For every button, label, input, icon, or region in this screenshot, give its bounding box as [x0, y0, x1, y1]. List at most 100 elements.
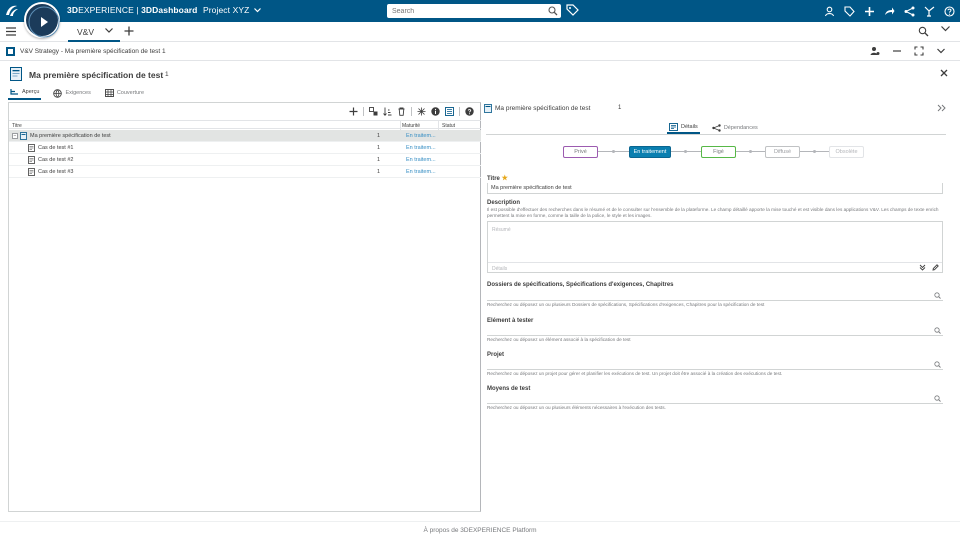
- moyens-label: Moyens de test: [487, 386, 531, 392]
- insert-child-icon[interactable]: [369, 106, 378, 116]
- projet-field[interactable]: [487, 359, 943, 370]
- about-link[interactable]: À propos de 3DEXPERIENCE Platform: [423, 527, 536, 534]
- dossiers-help: Recherchez ou déposez un ou plusieurs Do…: [487, 302, 765, 307]
- collapse-toggle-icon[interactable]: −: [12, 133, 18, 139]
- tag-icon[interactable]: [566, 4, 579, 17]
- state-private[interactable]: Privé: [563, 146, 598, 158]
- toolbar-separator: [363, 106, 364, 116]
- tree-row[interactable]: − Ma première spécification de test 1 En…: [9, 130, 481, 142]
- state-in-work[interactable]: En traitement: [629, 146, 671, 158]
- transition-dot: [612, 150, 615, 153]
- expand-editor-icon[interactable]: [919, 264, 926, 271]
- star-icon: ★: [501, 175, 508, 182]
- tree-row[interactable]: Cas de test #2 1 En traitem...: [9, 154, 481, 166]
- details-placeholder[interactable]: Détails: [492, 266, 507, 272]
- properties-title: Ma première spécification de test: [495, 105, 591, 112]
- moyens-help: Recherchez ou déposez un ou plusieurs él…: [487, 405, 666, 410]
- view-tabs: Aperçu Exigences Couverture: [8, 86, 146, 100]
- state-obsolete[interactable]: Obsolète: [829, 146, 864, 158]
- maximize-icon[interactable]: [914, 46, 924, 56]
- dossiers-field[interactable]: [487, 290, 943, 301]
- chevron-down-icon[interactable]: [941, 26, 950, 32]
- tab-vv[interactable]: V&V: [68, 22, 120, 42]
- element-label: Elément à tester: [487, 318, 534, 324]
- titre-field[interactable]: Ma première spécification de test: [487, 183, 943, 194]
- search-icon[interactable]: [934, 395, 941, 402]
- resume-placeholder[interactable]: Résumé: [492, 227, 511, 233]
- moyens-field[interactable]: [487, 393, 943, 404]
- sort-icon[interactable]: [383, 107, 392, 116]
- dassault-logo[interactable]: [4, 3, 20, 19]
- tree-header: Titre Maturité Statut: [9, 120, 481, 130]
- collapse-panel-icon[interactable]: [937, 104, 946, 112]
- user-settings-icon[interactable]: [870, 46, 880, 56]
- tab-couverture[interactable]: Couverture: [103, 86, 146, 100]
- brand-title[interactable]: 3DEXPERIENCE | 3DDashboard Project XYZ: [67, 5, 261, 15]
- widget-menu-chevron-icon[interactable]: [936, 46, 946, 56]
- column-status[interactable]: Statut: [442, 123, 455, 129]
- divider: [486, 134, 946, 135]
- close-icon[interactable]: [940, 69, 948, 77]
- add-icon[interactable]: [349, 107, 358, 116]
- search-input[interactable]: [387, 4, 537, 18]
- toolbar-separator: [411, 106, 412, 116]
- state-released[interactable]: Diffusé: [765, 146, 800, 158]
- chevron-down-icon[interactable]: [105, 28, 113, 33]
- object-title: Ma première spécification de test: [29, 70, 164, 80]
- user-icon[interactable]: [823, 4, 836, 18]
- test-spec-icon: [20, 132, 27, 140]
- tag-outline-icon[interactable]: [843, 4, 856, 18]
- description-help: Il est possible d'effectuer des recherch…: [487, 207, 939, 218]
- tree-row[interactable]: Cas de test #3 1 En traitem...: [9, 166, 481, 178]
- maturity-graph: Privé En traitement Figé Diffusé Obsolèt…: [563, 145, 868, 159]
- chevron-down-icon[interactable]: [253, 8, 261, 13]
- minimize-icon[interactable]: [892, 46, 902, 56]
- compass-button[interactable]: [24, 2, 60, 38]
- edit-icon[interactable]: [932, 264, 939, 271]
- menu-icon[interactable]: [6, 27, 16, 36]
- matrix-icon: [104, 89, 114, 97]
- description-label: Description: [487, 200, 521, 206]
- projet-help: Recherchez ou déposez un projet pour gér…: [487, 371, 783, 376]
- community-icon[interactable]: [923, 4, 936, 18]
- widget-header: V&V Strategy - Ma première spécification…: [0, 43, 960, 61]
- tab-details[interactable]: Détails: [667, 121, 700, 134]
- help-icon[interactable]: [465, 106, 474, 116]
- test-spec-icon: [10, 67, 22, 81]
- tree-row[interactable]: Cas de test #1 1 En traitem...: [9, 142, 481, 154]
- titre-label: Titre ★: [487, 175, 508, 182]
- info-icon[interactable]: [431, 106, 440, 116]
- search-icon[interactable]: [548, 6, 558, 16]
- dependencies-icon: [712, 123, 721, 132]
- people-search-icon[interactable]: [918, 26, 929, 37]
- column-maturity[interactable]: Maturité: [402, 123, 420, 129]
- tree-toolbar: [349, 105, 474, 117]
- test-spec-icon: [484, 104, 492, 113]
- tab-apercu[interactable]: Aperçu: [8, 86, 42, 100]
- dossiers-label: Dossiers de spécifications, Spécificatio…: [487, 282, 674, 288]
- properties-icon[interactable]: [445, 106, 454, 116]
- search-icon[interactable]: [934, 361, 941, 368]
- column-title[interactable]: Titre: [12, 123, 22, 129]
- tab-exigences[interactable]: Exigences: [51, 86, 92, 100]
- column-divider: [400, 121, 401, 130]
- tab-dependances[interactable]: Dépendances: [710, 121, 760, 134]
- object-header: Ma première spécification de test 1: [0, 62, 960, 84]
- delete-icon[interactable]: [397, 107, 406, 116]
- network-icon[interactable]: [903, 4, 916, 18]
- description-editor[interactable]: Résumé Détails: [487, 221, 943, 273]
- search-icon[interactable]: [934, 327, 941, 334]
- column-divider: [438, 121, 439, 130]
- dashboard-tab-bar: V&V: [0, 22, 960, 42]
- search-icon[interactable]: [934, 292, 941, 299]
- expand-all-icon[interactable]: [417, 107, 426, 116]
- element-field[interactable]: [487, 325, 943, 336]
- state-frozen[interactable]: Figé: [701, 146, 736, 158]
- tree-panel: Titre Maturité Statut − Ma première spéc…: [8, 102, 481, 512]
- project-label[interactable]: Project XYZ: [203, 5, 249, 15]
- element-help: Recherchez ou déposez un élément associé…: [487, 337, 631, 342]
- help-icon[interactable]: [943, 4, 956, 18]
- add-icon[interactable]: [863, 4, 876, 18]
- share-icon[interactable]: [883, 4, 896, 18]
- add-tab-icon[interactable]: [124, 26, 134, 36]
